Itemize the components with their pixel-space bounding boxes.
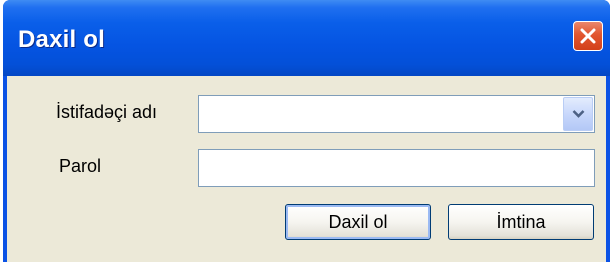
close-button[interactable]	[573, 21, 603, 51]
login-dialog-window: Daxil ol İstifadəçi adı Parol Daxil ol İ…	[3, 0, 610, 262]
dialog-body: İstifadəçi adı Parol Daxil ol İmtina	[7, 76, 606, 262]
chevron-down-icon	[572, 110, 585, 118]
username-label: İstifadəçi adı	[56, 102, 158, 122]
password-field[interactable]	[198, 149, 595, 187]
cancel-button[interactable]: İmtina	[448, 204, 594, 240]
title-bar[interactable]: Daxil ol	[3, 0, 610, 76]
password-label: Parol	[59, 156, 102, 176]
password-input[interactable]	[199, 150, 594, 186]
username-input[interactable]	[199, 96, 594, 132]
username-dropdown-button[interactable]	[563, 97, 593, 131]
username-combobox[interactable]	[198, 95, 595, 133]
close-x-icon	[580, 28, 596, 44]
dialog-title: Daxil ol	[18, 26, 105, 53]
login-button[interactable]: Daxil ol	[285, 204, 431, 240]
